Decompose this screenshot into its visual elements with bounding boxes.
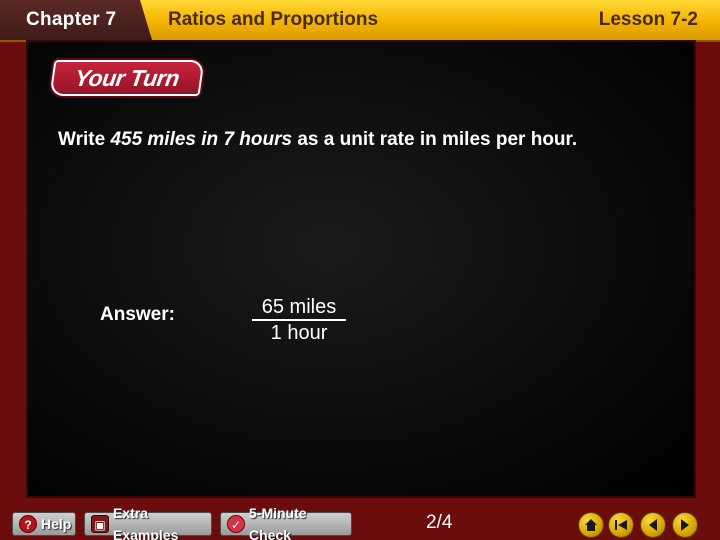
answer-denominator: 1 hour [270,322,328,344]
page-indicator: 2/4 [426,512,453,533]
prompt-suffix: as a unit rate in miles per hour. [292,129,578,150]
lesson-label: Lesson 7-2 [598,9,698,30]
next-button[interactable] [672,512,698,538]
check-icon: ✓ [227,515,245,533]
five-minute-check-label: 5-Minute Check [249,505,307,540]
home-button[interactable] [578,512,604,538]
question-mark-icon: ? [19,515,37,533]
extra-examples-button[interactable]: ▣ Extra Examples [84,505,212,540]
slide-header: Chapter 7 Ratios and Proportions Lesson … [0,0,720,42]
home-icon [585,519,597,531]
skip-back-icon [615,520,627,530]
bottom-nav-bar: ? Help ▣ Extra Examples ✓ 5-Minute Check… [0,504,720,540]
answer-numerator: 65 miles [252,296,346,321]
chapter-title: Ratios and Proportions [168,9,379,30]
prompt-emphasis: 455 miles in 7 hours [110,129,293,150]
chapter-label: Chapter 7 [0,0,152,40]
answer-label: Answer: [100,304,175,325]
content-panel: Your Turn Write 455 miles in 7 hours as … [26,40,696,498]
prompt-prefix: Write [58,129,111,150]
your-turn-badge: Your Turn [49,60,205,96]
arrow-right-icon [681,519,689,531]
help-label: Help [41,516,72,532]
arrow-left-icon [649,519,657,531]
examples-icon: ▣ [91,515,109,533]
question-prompt: Write 455 miles in 7 hours as a unit rat… [58,128,678,151]
first-slide-button[interactable] [608,512,634,538]
answer-fraction: 65 miles 1 hour [252,296,346,345]
extra-examples-label: Extra Examples [113,505,179,540]
five-minute-check-button[interactable]: ✓ 5-Minute Check [220,505,352,540]
help-button[interactable]: ? Help [12,512,76,536]
previous-button[interactable] [640,512,666,538]
